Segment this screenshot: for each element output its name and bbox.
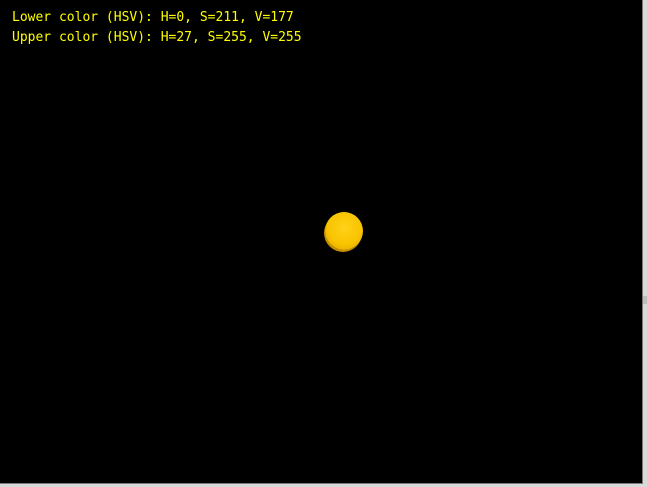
detected-yellow-ball (325, 212, 363, 250)
window-edge-handle (643, 296, 647, 304)
video-frame: Lower color (HSV): H=0, S=211, V=177 Upp… (0, 0, 643, 484)
upper-color-label: Upper color (HSV): H=27, S=255, V=255 (12, 30, 302, 45)
app-window: Lower color (HSV): H=0, S=211, V=177 Upp… (0, 0, 647, 487)
lower-color-label: Lower color (HSV): H=0, S=211, V=177 (12, 10, 294, 25)
